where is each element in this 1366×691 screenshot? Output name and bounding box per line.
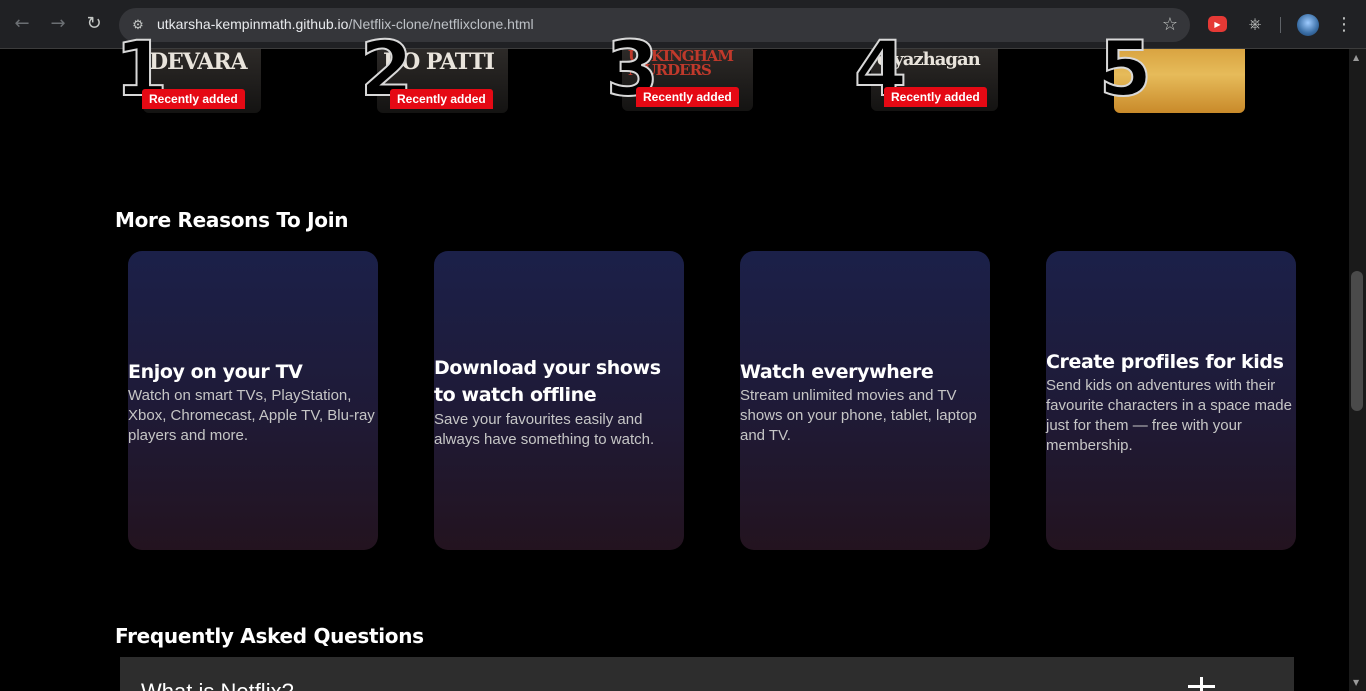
faq-heading: Frequently Asked Questions — [115, 624, 424, 648]
scroll-up-arrow-icon[interactable]: ▲ — [1353, 53, 1359, 62]
faq-item[interactable]: What is Netflix? — [120, 657, 1294, 691]
reason-card: Watch everywhere Stream unlimited movies… — [740, 251, 990, 550]
scroll-down-arrow-icon[interactable]: ▼ — [1353, 678, 1359, 687]
reason-card-desc: Watch on smart TVs, PlayStation, Xbox, C… — [128, 387, 375, 444]
recently-added-badge: Recently added — [884, 87, 987, 107]
recently-added-badge: Recently added — [636, 87, 739, 107]
trending-row: DEVARA 1 Recently added DO PATTI 2 Recen… — [0, 30, 1349, 119]
reason-card-desc: Save your favourites easily and always h… — [434, 411, 655, 448]
reason-card: Download your shows to watch offline Sav… — [434, 251, 684, 550]
faq-question: What is Netflix? — [141, 679, 294, 691]
trending-item[interactable]: DEVARA 1 Recently added — [114, 30, 265, 115]
profile-avatar[interactable] — [1297, 14, 1319, 36]
reason-card-desc: Stream unlimited movies and TV shows on … — [740, 387, 977, 444]
reload-icon[interactable]: ↻ — [83, 13, 105, 35]
reason-card-title: Download your shows to watch offline — [434, 357, 661, 406]
forward-arrow-icon[interactable]: → — [47, 13, 69, 35]
reason-card-title: Watch everywhere — [740, 361, 934, 383]
url-host: utkarsha-kempinmath.github.io — [157, 16, 349, 32]
trending-item[interactable]: UCKINGHAM MURDERS 3 Recently added — [605, 30, 756, 115]
plus-icon[interactable] — [1186, 673, 1216, 691]
trending-item[interactable]: DO PATTI 2 Recently added — [359, 30, 510, 115]
reason-card-title: Create profiles for kids — [1046, 351, 1284, 373]
trending-item[interactable]: 5 — [1098, 30, 1249, 115]
reason-card-title: Enjoy on your TV — [128, 361, 303, 383]
trending-rank: 5 — [1098, 24, 1153, 113]
scrollbar-thumb[interactable] — [1351, 271, 1363, 411]
bookmark-star-icon[interactable]: ☆ — [1162, 14, 1178, 35]
reason-card: Create profiles for kids Send kids on ad… — [1046, 251, 1296, 550]
reason-card: Enjoy on your TV Watch on smart TVs, Pla… — [128, 251, 378, 550]
trending-item[interactable]: eiyazhagan 4 Recently added — [853, 30, 1004, 115]
reason-card-desc: Send kids on adventures with their favou… — [1046, 377, 1292, 454]
recently-added-badge: Recently added — [142, 89, 245, 109]
browser-toolbar: ← → ↻ ⚙ utkarsha-kempinmath.github.io/Ne… — [0, 0, 1366, 49]
toolbar-divider — [1280, 17, 1281, 33]
reasons-heading: More Reasons To Join — [115, 208, 349, 232]
extensions-puzzle-icon[interactable]: ⎈ — [1244, 13, 1266, 35]
youtube-extension-icon[interactable]: ▶ — [1208, 16, 1227, 32]
kebab-menu-icon[interactable]: ⋮ — [1334, 13, 1354, 35]
page-scrollbar[interactable]: ▲ ▼ — [1349, 49, 1366, 691]
back-arrow-icon[interactable]: ← — [11, 13, 33, 35]
url-text[interactable]: utkarsha-kempinmath.github.io/Netflix-cl… — [157, 16, 534, 32]
recently-added-badge: Recently added — [390, 89, 493, 109]
